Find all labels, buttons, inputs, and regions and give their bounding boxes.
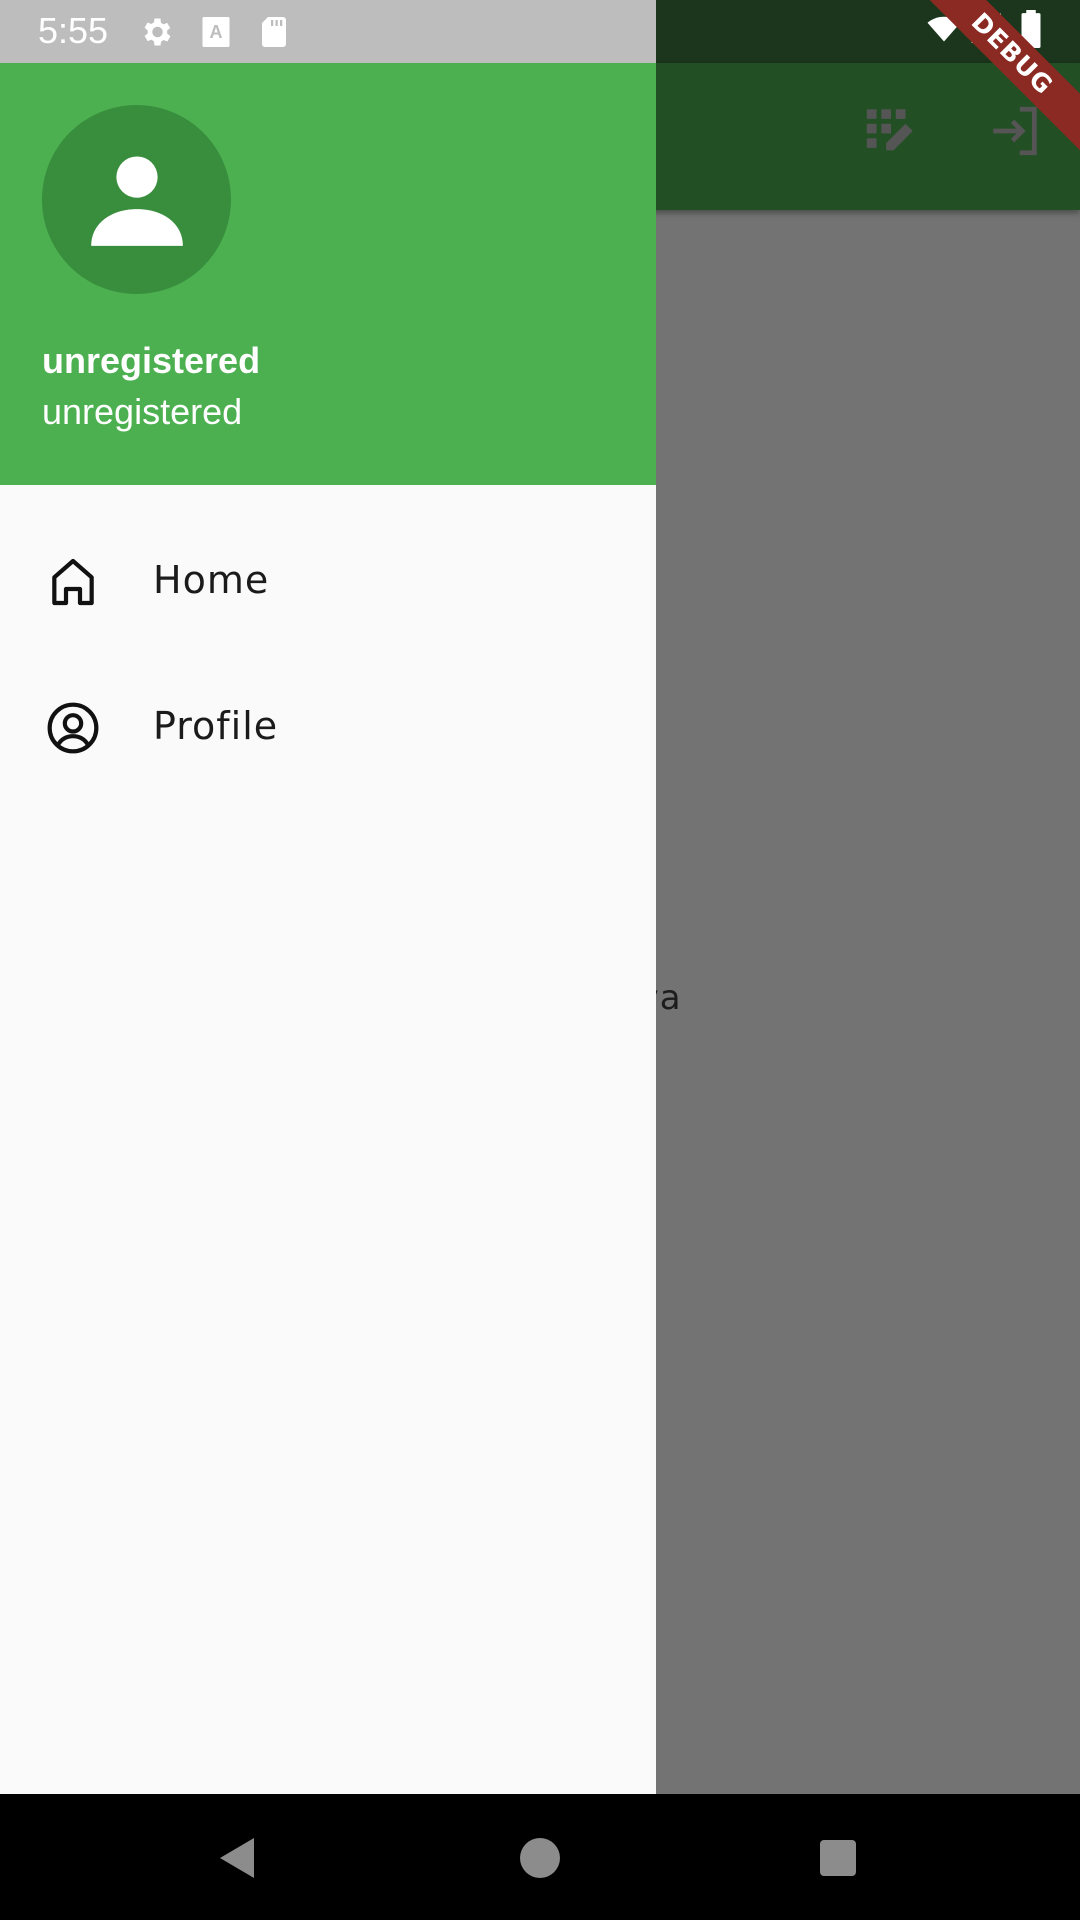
account-circle-icon — [45, 700, 101, 756]
login-icon[interactable] — [986, 102, 1044, 160]
account-email: unregistered — [42, 391, 243, 432]
drawer-item-home[interactable]: Home — [0, 510, 656, 650]
system-nav-bar — [0, 1794, 1080, 1920]
gear-icon — [138, 14, 174, 50]
drawer-item-profile[interactable]: Profile — [0, 656, 656, 796]
recents-icon[interactable] — [814, 1834, 862, 1882]
grid-edit-icon[interactable] — [862, 102, 920, 160]
svg-text:A: A — [210, 22, 223, 42]
avatar[interactable] — [42, 105, 231, 294]
drawer-header: unregistered unregistered — [0, 63, 656, 485]
person-icon — [91, 156, 183, 246]
text-a-icon: A — [198, 14, 234, 50]
account-name: unregistered — [42, 340, 261, 381]
drawer-item-label: Home — [153, 558, 270, 602]
sd-card-icon — [256, 14, 292, 50]
back-icon[interactable] — [214, 1834, 262, 1882]
home-icon — [45, 554, 101, 610]
status-time: 5:55 — [38, 10, 109, 51]
home-circle-icon[interactable] — [516, 1834, 564, 1882]
drawer-item-label: Profile — [153, 704, 279, 748]
navigation-drawer: 5:55 A unregistered unregistered Home Pr… — [0, 0, 656, 1794]
drawer-status-bar: 5:55 A — [0, 0, 656, 63]
